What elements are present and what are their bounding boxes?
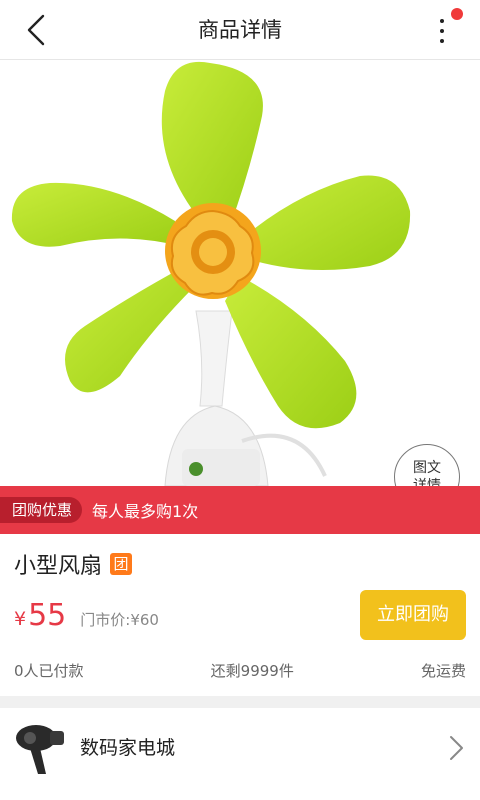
product-name: 小型风扇 — [14, 554, 103, 579]
hair-dryer-icon — [16, 725, 64, 774]
stock-remaining: 还剩9999件 — [210, 662, 294, 680]
fan-image — [11, 61, 411, 486]
promo-limit-text: 每人最多购1次 — [92, 502, 199, 521]
more-dot — [440, 39, 444, 43]
product-image[interactable]: 图文 详情 — [0, 61, 480, 486]
more-vertical-icon — [440, 19, 444, 23]
detail-bubble-text: 图文 详情 — [413, 459, 441, 486]
page-title: 商品详情 — [198, 18, 282, 42]
more-dot — [440, 29, 444, 33]
market-price: 门市价:¥60 — [80, 611, 159, 629]
sales-stats: 0人已付款 还剩9999件 免运费 — [14, 660, 466, 684]
store-name: 数码家电城 — [80, 737, 176, 759]
notification-dot — [451, 8, 463, 20]
detail-line-1: 图文 — [413, 460, 441, 476]
promo-tag: 团购优惠 — [0, 497, 83, 523]
more-button[interactable] — [418, 8, 463, 52]
top-bar: 商品详情 — [0, 0, 480, 60]
group-buy-button[interactable]: 立即团购 — [360, 590, 466, 640]
shipping-info: 免运费 — [420, 662, 466, 680]
paid-count: 0人已付款 — [14, 662, 84, 680]
detail-line-2: 详情 — [413, 478, 441, 486]
group-badge: 团 — [110, 553, 133, 575]
price-row: ¥ 55 门市价:¥60 — [14, 598, 159, 638]
product-title: 小型风扇 团 — [14, 548, 133, 580]
store-entry[interactable]: 数码家电城 — [0, 708, 480, 788]
chevron-right-icon — [450, 736, 463, 760]
group-buy-promo-bar: 团购优惠 每人最多购1次 — [0, 486, 480, 534]
price-currency: ¥ — [14, 608, 27, 630]
price-value: 55 — [28, 598, 67, 633]
section-divider — [0, 696, 480, 708]
